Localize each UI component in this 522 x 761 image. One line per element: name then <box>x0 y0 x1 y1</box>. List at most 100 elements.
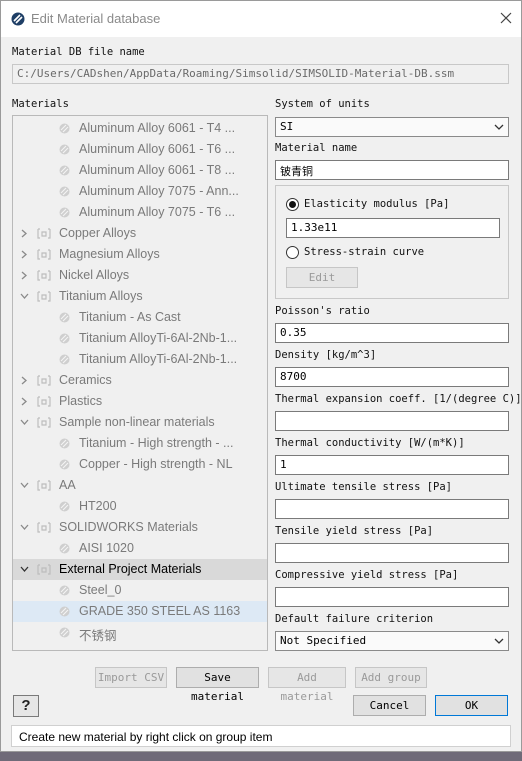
cys-label: Compressive yield stress [Pa] <box>275 569 459 581</box>
tree-item-label: Aluminum Alloy 7075 - Ann... <box>79 184 239 198</box>
tree-group-item[interactable]: AA <box>13 475 267 496</box>
tree-group-item[interactable]: SOLIDWORKS Materials <box>13 517 267 538</box>
chevron-down-icon[interactable] <box>20 523 29 532</box>
chevron-down-icon[interactable] <box>20 565 29 574</box>
add-material-button[interactable]: Add material <box>268 667 346 703</box>
tree-item-label: Aluminum Alloy 6061 - T8 ... <box>79 163 236 177</box>
elasticity-radio[interactable] <box>286 198 299 211</box>
tree-item-label: Titanium - As Cast <box>79 310 181 324</box>
failure-select[interactable]: Not Specified <box>275 631 509 651</box>
tree-material-item[interactable]: Titanium - As Cast <box>13 307 267 328</box>
save-material-button[interactable]: Save material <box>176 667 259 703</box>
density-input[interactable]: 8700 <box>275 367 509 387</box>
tree-group-item[interactable]: Nickel Alloys <box>13 265 267 286</box>
tree-item-label: AA <box>59 478 76 492</box>
tree-item-label: Nickel Alloys <box>59 268 130 282</box>
material-icon <box>59 543 70 554</box>
tree-material-item[interactable]: Steel_0 <box>13 580 267 601</box>
tree-material-item[interactable]: Aluminum Alloy 6061 - T8 ... <box>13 160 267 181</box>
db-file-field[interactable]: C:/Users/CADshen/AppData/Roaming/Simsoli… <box>12 64 509 84</box>
tree-material-item[interactable]: Aluminum Alloy 7075 - Ann... <box>13 181 267 202</box>
chevron-down-icon <box>494 124 504 130</box>
close-icon[interactable] <box>495 7 517 29</box>
tree-item-label: AISI 1020 <box>79 541 134 555</box>
chevron-down-icon[interactable] <box>20 418 29 427</box>
chevron-right-icon[interactable] <box>20 271 29 280</box>
tree-group-item[interactable]: External Project Materials <box>13 559 267 580</box>
chevron-down-icon[interactable] <box>20 481 29 490</box>
tree-item-label: SOLIDWORKS Materials <box>59 520 198 534</box>
cancel-button[interactable]: Cancel <box>353 695 426 716</box>
thermal-conductivity-label: Thermal conductivity [W/(m*K)] <box>275 437 465 449</box>
tree-material-item[interactable]: AISI 1020 <box>13 538 267 559</box>
tree-material-item[interactable]: Aluminum Alloy 7075 - T6 ... <box>13 202 267 223</box>
material-name-value: 铍青铜 <box>280 165 313 178</box>
edit-curve-button[interactable]: Edit <box>286 267 358 288</box>
uts-input[interactable] <box>275 499 509 519</box>
tree-group-item[interactable]: Ceramics <box>13 370 267 391</box>
cys-input[interactable] <box>275 587 509 607</box>
tree-item-label: Copper Alloys <box>59 226 137 240</box>
material-icon <box>59 501 70 512</box>
tree-item-label: Titanium - High strength - ... <box>79 436 234 450</box>
tree-item-label: Aluminum Alloy 7075 - T6 ... <box>79 205 236 219</box>
material-icon <box>59 207 70 218</box>
elasticity-input[interactable]: 1.33e11 <box>286 218 500 238</box>
group-folder-icon <box>37 270 51 281</box>
tys-label: Tensile yield stress [Pa] <box>275 525 434 537</box>
tree-item-label: Steel_0 <box>79 583 122 597</box>
tree-group-item[interactable]: Copper Alloys <box>13 223 267 244</box>
poisson-label: Poisson's ratio <box>275 305 370 317</box>
tree-material-item[interactable]: 不锈钢 <box>13 622 267 643</box>
tree-group-item[interactable]: Magnesium Alloys <box>13 244 267 265</box>
stress-strain-radio[interactable] <box>286 246 299 259</box>
tree-material-item[interactable]: Aluminum Alloy 6061 - T6 ... <box>13 139 267 160</box>
material-icon <box>59 354 70 365</box>
material-icon <box>59 144 70 155</box>
db-file-label: Material DB file name <box>12 46 145 58</box>
tree-group-item[interactable]: Plastics <box>13 391 267 412</box>
import-csv-button[interactable]: Import CSV <box>95 667 167 688</box>
materials-tree[interactable]: Aluminum Alloy 6061 - T4 ... Aluminum All… <box>12 115 268 651</box>
ok-button[interactable]: OK <box>435 695 508 716</box>
tree-item-label: Copper - High strength - NL <box>79 457 233 471</box>
thermal-expansion-label: Thermal expansion coeff. [1/(degree C)] <box>275 393 522 405</box>
tree-item-label: GRADE 350 STEEL AS 1163 <box>79 604 241 618</box>
stress-strain-label: Stress-strain curve <box>304 246 425 258</box>
units-select[interactable]: SI <box>275 117 509 137</box>
chevron-right-icon[interactable] <box>20 250 29 259</box>
tree-material-item[interactable]: HT200 <box>13 496 267 517</box>
tree-material-item[interactable]: GRADE 350 STEEL AS 1163 <box>13 601 267 622</box>
thermal-conductivity-input[interactable]: 1 <box>275 455 509 475</box>
tree-material-item[interactable]: Titanium AlloyTi-6Al-2Nb-1... <box>13 328 267 349</box>
tree-material-item[interactable]: Copper - High strength - NL <box>13 454 267 475</box>
chevron-down-icon <box>494 638 504 644</box>
tree-material-item[interactable]: Aluminum Alloy 6061 - T4 ... <box>13 118 267 139</box>
units-value: SI <box>280 120 294 133</box>
group-folder-icon <box>37 375 51 386</box>
tree-item-label: Titanium AlloyTi-6Al-2Nb-1... <box>79 352 238 366</box>
help-button[interactable]: ? <box>13 695 39 717</box>
tree-group-item[interactable]: Titanium Alloys <box>13 286 267 307</box>
tree-group-item[interactable]: Sample non-linear materials <box>13 412 267 433</box>
elasticity-label: Elasticity modulus [Pa] <box>304 198 450 210</box>
group-folder-icon <box>37 291 51 302</box>
thermal-expansion-input[interactable] <box>275 411 509 431</box>
tree-item-label: Sample non-linear materials <box>59 415 215 429</box>
tree-material-item[interactable]: Titanium AlloyTi-6Al-2Nb-1... <box>13 349 267 370</box>
chevron-down-icon[interactable] <box>20 292 29 301</box>
tree-item-label: Aluminum Alloy 6061 - T4 ... <box>79 121 236 135</box>
add-group-button[interactable]: Add group <box>355 667 427 688</box>
tree-material-item[interactable]: Titanium - High strength - ... <box>13 433 267 454</box>
material-icon <box>59 606 70 617</box>
chevron-right-icon[interactable] <box>20 376 29 385</box>
chevron-right-icon[interactable] <box>20 229 29 238</box>
chevron-right-icon[interactable] <box>20 397 29 406</box>
tree-item-label: 不锈钢 <box>79 629 117 643</box>
group-folder-icon <box>37 249 51 260</box>
poisson-input[interactable]: 0.35 <box>275 323 509 343</box>
group-folder-icon <box>37 417 51 428</box>
tys-input[interactable] <box>275 543 509 563</box>
group-folder-icon <box>37 480 51 491</box>
material-name-input[interactable]: 铍青铜 <box>275 160 509 180</box>
